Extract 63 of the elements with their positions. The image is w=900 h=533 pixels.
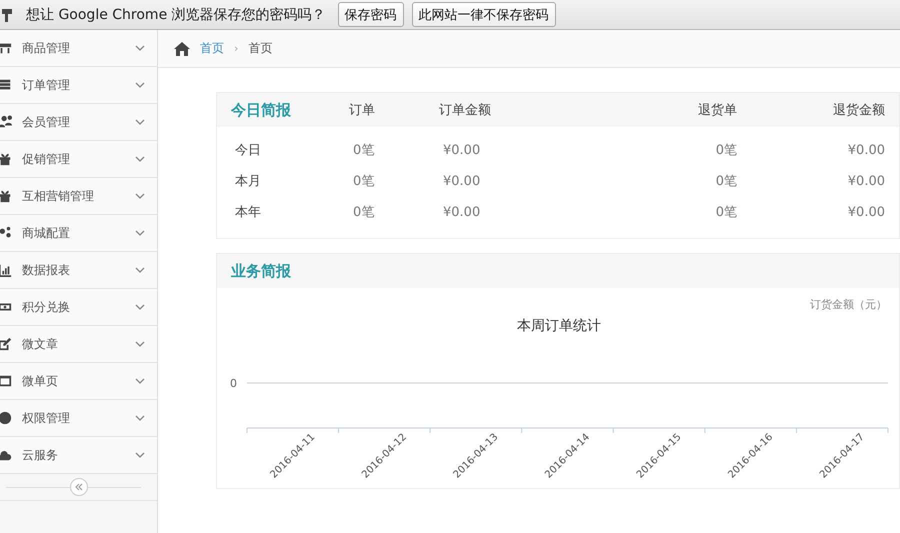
sidebar-item[interactable]: 微文章: [0, 326, 157, 363]
chevron-down-icon: [135, 452, 145, 458]
chevron-down-icon: [135, 415, 145, 421]
sidebar-item[interactable]: 商城配置: [0, 215, 157, 252]
chevron-down-icon: [135, 82, 145, 88]
table-cell-text: ¥0.00: [443, 142, 480, 160]
home-icon[interactable]: [174, 42, 190, 56]
card-title: 业务简报: [231, 262, 291, 280]
column-header: 订单: [349, 102, 376, 119]
row-label: 本月: [235, 173, 261, 191]
sidebar-item[interactable]: 数据报表: [0, 252, 157, 289]
edit-icon: [0, 337, 12, 351]
table-cell-text: ¥0.00: [848, 142, 886, 160]
save-password-button[interactable]: 保存密码: [338, 2, 404, 27]
sidebar-item[interactable]: 云服务: [0, 437, 157, 474]
chevron-down-icon: [135, 230, 145, 236]
window-icon: [0, 374, 12, 388]
table-cell-text: 0笔: [716, 173, 738, 191]
card-title: 今日简报: [231, 100, 292, 120]
column-header: 退货单: [697, 102, 738, 119]
list-icon: [0, 78, 12, 92]
table-cell-text: 0笔: [353, 173, 374, 191]
never-save-button[interactable]: 此网站一律不保存密码: [412, 2, 556, 27]
chevron-down-icon: [135, 341, 145, 347]
table-cell-text: 0笔: [353, 204, 374, 222]
column-header: 订单金额: [439, 102, 492, 119]
table-cell-text: 0笔: [716, 142, 738, 160]
users-icon: [0, 115, 12, 129]
table-cell-text: ¥0.00: [443, 204, 480, 222]
sidebar-item[interactable]: 订单管理: [0, 67, 157, 104]
table-cell-text: 0笔: [716, 204, 738, 222]
breadcrumb-current: 首页: [248, 40, 272, 57]
double-chevron-left-icon: [74, 483, 82, 491]
column-header: 退货金额: [832, 102, 886, 119]
cloud-icon: [0, 448, 12, 462]
table-cell-text: ¥0.00: [848, 204, 886, 222]
table-cell-text: ¥0.00: [443, 173, 480, 191]
chevron-down-icon: [135, 267, 145, 273]
table-cell-text: 0笔: [353, 142, 374, 160]
password-prompt: 想让 Google Chrome 浏览器保存您的密码吗？: [26, 6, 326, 24]
gift-icon: [0, 189, 12, 203]
chevron-down-icon: [135, 119, 145, 125]
chart-title: 本周订单统计: [517, 318, 601, 334]
chevron-down-icon: [135, 193, 145, 199]
sidebar-item[interactable]: 会员管理: [0, 104, 157, 141]
sidebar-item[interactable]: 商品管理: [0, 30, 157, 67]
breadcrumb-separator: ›: [234, 42, 238, 55]
chevron-down-icon: [135, 304, 145, 310]
row-label: 今日: [235, 142, 261, 160]
y-axis-label: 订货金额（元）: [810, 298, 887, 311]
chevron-down-icon: [135, 156, 145, 162]
sidebar-item[interactable]: 互相营销管理: [0, 178, 157, 215]
bar-chart-icon: [0, 263, 12, 277]
gift-icon: [0, 152, 12, 166]
sidebar-item[interactable]: 积分兑换: [0, 289, 157, 326]
table-cell-text: ¥0.00: [848, 173, 886, 191]
y-tick-label: 0: [230, 377, 237, 390]
chevron-down-icon: [135, 378, 145, 384]
sidebar-item[interactable]: 促销管理: [0, 141, 157, 178]
sidebar-item[interactable]: 微单页: [0, 363, 157, 400]
sidebar-item[interactable]: 权限管理: [0, 400, 157, 437]
chevron-down-icon: [135, 45, 145, 51]
row-label: 本年: [235, 204, 261, 222]
